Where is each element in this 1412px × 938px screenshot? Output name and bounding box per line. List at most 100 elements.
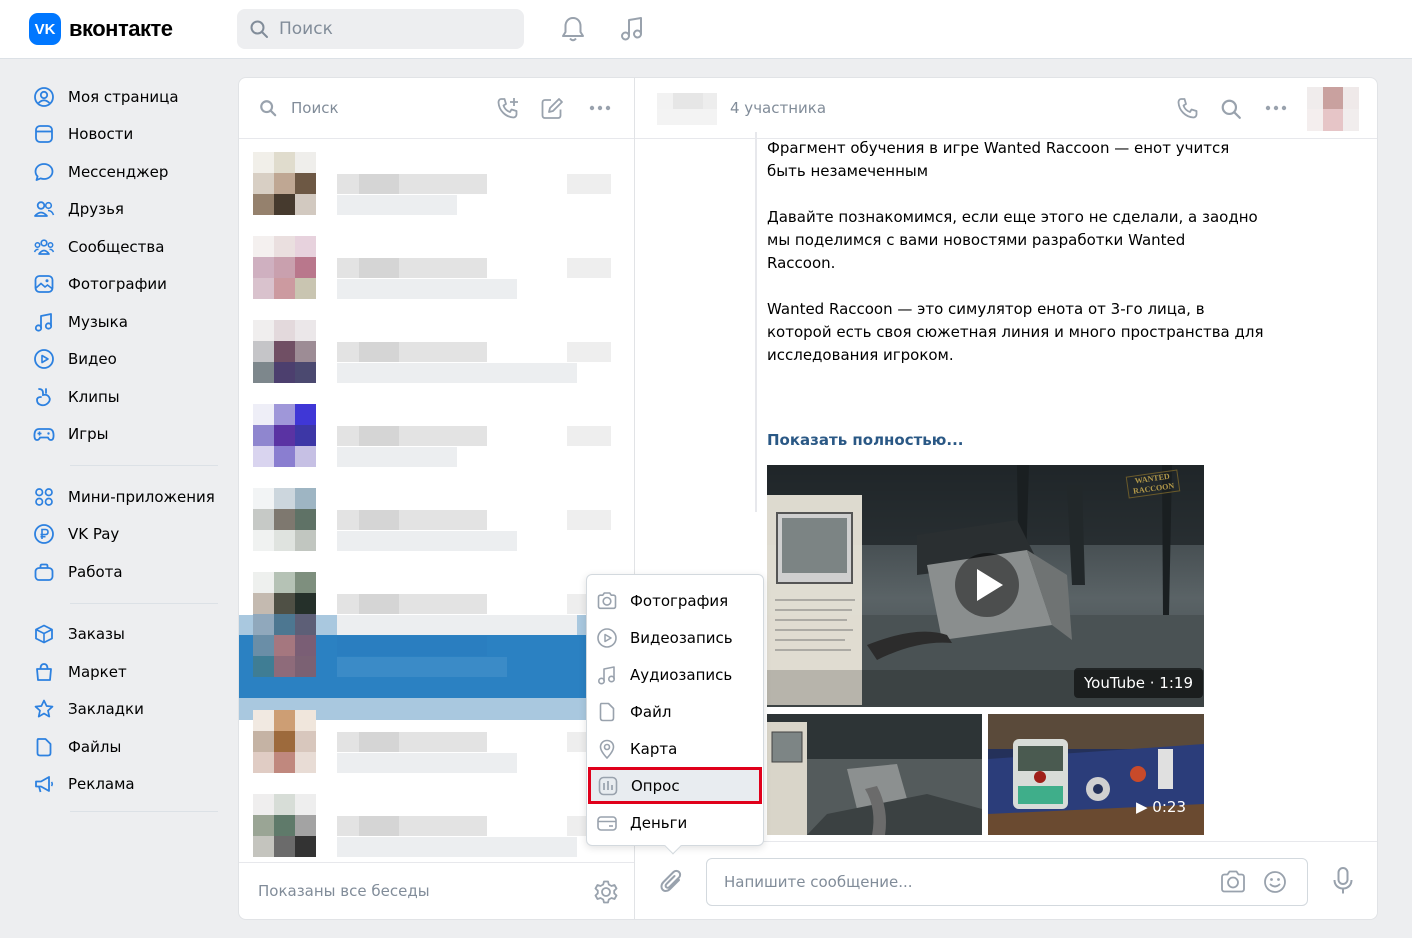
chat-title-blurred[interactable]: [657, 93, 717, 125]
nav-item-friends[interactable]: Друзья: [30, 191, 220, 229]
nav-item-message[interactable]: Мессенджер: [30, 153, 220, 191]
star-icon: [33, 698, 55, 720]
nav-divider: [70, 465, 218, 466]
clips-icon: [33, 386, 55, 408]
nav-item-label: Файлы: [68, 737, 122, 756]
left-navigation: Моя страница Новости Мессенджер Друзья Сообщ…: [30, 78, 220, 824]
show-more-link[interactable]: Показать полностью...: [767, 431, 963, 449]
nav-divider: [70, 811, 218, 812]
forwarded-quote-bar: [755, 132, 757, 512]
nav-item-label: Реклама: [68, 775, 135, 794]
chat-more-dots-icon[interactable]: [1265, 102, 1287, 114]
message-text-line: исследования игроком.: [767, 346, 954, 364]
attach-option-label: Файл: [630, 702, 672, 721]
nav-item-briefcase[interactable]: Работа: [30, 553, 220, 591]
attach-option-music-note[interactable]: Аудиозапись: [587, 656, 763, 693]
megaphone-icon: [33, 773, 55, 795]
music-icon: [33, 311, 55, 333]
dialogs-panel: Поиск Показаны все беседы: [238, 77, 635, 920]
nav-item-vkpay[interactable]: VK Pay: [30, 516, 220, 554]
search-icon: [259, 99, 277, 117]
nav-item-user-circle[interactable]: Моя страница: [30, 78, 220, 116]
vk-logo-text: вконтакте: [69, 16, 173, 41]
phone-call-icon[interactable]: [1175, 96, 1201, 122]
nav-item-label: Клипы: [68, 387, 120, 406]
friends-icon: [33, 198, 55, 220]
dialogs-footer-text: Показаны все беседы: [258, 882, 430, 900]
dialogs-footer: Показаны все беседы: [239, 862, 635, 919]
attach-option-play-circle[interactable]: Видеозапись: [587, 619, 763, 656]
nav-item-star[interactable]: Закладки: [30, 691, 220, 729]
attach-option-label: Аудиозапись: [630, 665, 733, 684]
attach-option-document[interactable]: Файл: [587, 693, 763, 730]
nav-item-bag[interactable]: Маркет: [30, 653, 220, 691]
dialogs-search-bar[interactable]: Поиск: [239, 78, 635, 139]
nav-item-box[interactable]: Заказы: [30, 616, 220, 654]
message-icon: [33, 161, 55, 183]
emoji-smile-icon[interactable]: [1262, 869, 1288, 895]
user-circle-icon: [33, 86, 55, 108]
vk-logo[interactable]: VK вконтакте: [29, 13, 173, 45]
chat-header: 4 участника: [635, 78, 1377, 139]
image-attachment-1[interactable]: [767, 714, 982, 835]
nav-item-communities[interactable]: Сообщества: [30, 228, 220, 266]
apps-icon: [33, 486, 55, 508]
nav-item-label: Друзья: [68, 200, 124, 219]
message-text-line: мы поделимся с вами новостями разработки…: [767, 231, 1186, 249]
attach-option-map-pin[interactable]: Карта: [587, 730, 763, 767]
music-player-icon[interactable]: [617, 14, 647, 44]
video-attachment[interactable]: WANTED RACCOON YouTube · 1:19: [767, 465, 1204, 707]
poll-icon: [597, 775, 619, 797]
paperclip-attach-icon[interactable]: [659, 868, 685, 896]
nav-item-gamepad[interactable]: Игры: [30, 416, 220, 454]
chat-members-count[interactable]: 4 участника: [730, 99, 826, 117]
chat-search-icon[interactable]: [1220, 98, 1242, 120]
message-text-line: быть незамеченным: [767, 162, 929, 180]
microphone-icon[interactable]: [1331, 866, 1355, 896]
message-text-line: Давайте познакомимся, если еще этого не …: [767, 208, 1258, 226]
compose-icon[interactable]: [539, 96, 565, 122]
global-search-input[interactable]: Поиск: [237, 9, 524, 49]
nav-item-music[interactable]: Музыка: [30, 303, 220, 341]
chat-avatar[interactable]: [1307, 87, 1359, 131]
nav-item-clips[interactable]: Клипы: [30, 378, 220, 416]
search-icon: [249, 19, 269, 39]
call-add-icon[interactable]: [495, 96, 521, 122]
play-circle-icon: [596, 627, 618, 649]
nav-item-label: Сообщества: [68, 237, 165, 256]
attach-option-poll[interactable]: Опрос: [588, 767, 762, 804]
attach-option-label: Деньги: [630, 813, 688, 832]
nav-item-apps[interactable]: Мини-приложения: [30, 478, 220, 516]
nav-item-photo[interactable]: Фотографии: [30, 266, 220, 304]
attach-option-camera[interactable]: Фотография: [587, 582, 763, 619]
nav-item-label: Мессенджер: [68, 162, 169, 181]
more-dots-icon[interactable]: [589, 102, 611, 114]
dialogs-search-placeholder: Поиск: [291, 99, 339, 117]
message-input[interactable]: Напишите сообщение...: [706, 858, 1308, 906]
thumb-video-duration: ▶ 0:23: [1136, 798, 1186, 816]
attach-option-label: Опрос: [631, 776, 680, 795]
nav-item-news[interactable]: Новости: [30, 116, 220, 154]
nav-item-label: Заказы: [68, 625, 125, 644]
file-icon: [33, 736, 55, 758]
nav-item-video[interactable]: Видео: [30, 341, 220, 379]
nav-item-label: VK Pay: [68, 525, 120, 544]
message-input-placeholder: Напишите сообщение...: [724, 873, 913, 891]
briefcase-icon: [33, 561, 55, 583]
dialogs-list[interactable]: [239, 140, 635, 862]
message-text-line: Wanted Raccoon — это симулятор енота от …: [767, 300, 1205, 318]
nav-item-label: Моя страница: [68, 87, 179, 106]
image-attachment-2[interactable]: ▶ 0:23: [988, 714, 1204, 835]
nav-item-file[interactable]: Файлы: [30, 728, 220, 766]
attach-option-label: Карта: [630, 739, 678, 758]
nav-item-label: Мини-приложения: [68, 487, 215, 506]
gamepad-icon: [33, 423, 55, 445]
notifications-bell-icon[interactable]: [558, 14, 588, 44]
attach-option-money[interactable]: Деньги: [587, 804, 763, 841]
attach-menu: Фотография Видеозапись Аудиозапись Файл Карт…: [586, 574, 764, 855]
camera-icon[interactable]: [1219, 869, 1247, 895]
global-search-placeholder: Поиск: [279, 19, 333, 39]
settings-gear-icon[interactable]: [593, 879, 619, 905]
nav-item-megaphone[interactable]: Реклама: [30, 766, 220, 804]
video-icon: [33, 348, 55, 370]
